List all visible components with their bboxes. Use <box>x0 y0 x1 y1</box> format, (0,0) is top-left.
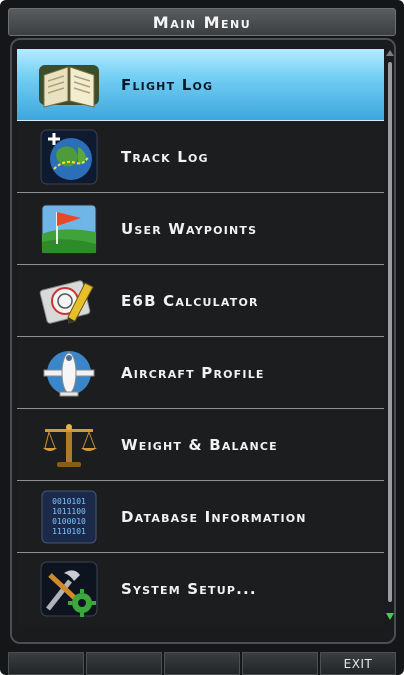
globe-track-icon <box>17 121 121 193</box>
svg-text:1110101: 1110101 <box>52 527 86 536</box>
menu-item-label: Aircraft Profile <box>121 363 265 382</box>
svg-text:0010101: 0010101 <box>52 497 86 506</box>
scroll-track[interactable] <box>387 56 393 613</box>
device-screen: Main Menu Flight Log Track Log User Wayp… <box>0 0 404 675</box>
softkey-3[interactable] <box>164 652 240 675</box>
softkey-4[interactable] <box>242 652 318 675</box>
menu-item-flight-log[interactable]: Flight Log <box>17 49 384 121</box>
aircraft-icon <box>17 337 121 409</box>
main-menu-list: Flight Log Track Log User Waypoints E6B … <box>17 49 384 625</box>
softkey-bar: EXIT <box>8 652 396 675</box>
softkey-2[interactable] <box>86 652 162 675</box>
database-icon: 0010101 1011100 0100010 1110101 <box>17 481 121 553</box>
menu-item-track-log[interactable]: Track Log <box>17 121 384 193</box>
menu-item-label: Flight Log <box>121 75 214 94</box>
menu-scrollbar[interactable] <box>386 50 394 620</box>
menu-item-e6b-calculator[interactable]: E6B Calculator <box>17 265 384 337</box>
menu-item-user-waypoints[interactable]: User Waypoints <box>17 193 384 265</box>
exit-softkey[interactable]: EXIT <box>320 652 396 675</box>
menu-item-label: Track Log <box>121 147 209 166</box>
svg-text:0100010: 0100010 <box>52 517 86 526</box>
svg-text:1011100: 1011100 <box>52 507 86 516</box>
menu-item-aircraft-profile[interactable]: Aircraft Profile <box>17 337 384 409</box>
scroll-thumb[interactable] <box>388 62 392 602</box>
menu-item-label: Database Information <box>121 507 307 526</box>
scroll-down-arrow-icon[interactable] <box>386 613 394 620</box>
menu-item-label: E6B Calculator <box>121 291 259 310</box>
menu-item-system-setup[interactable]: System Setup... <box>17 553 384 625</box>
menu-item-label: User Waypoints <box>121 219 258 238</box>
menu-item-weight-balance[interactable]: Weight & Balance <box>17 409 384 481</box>
softkey-1[interactable] <box>8 652 84 675</box>
menu-item-label: System Setup... <box>121 580 257 598</box>
waypoint-flag-icon <box>17 193 121 265</box>
tools-gear-icon <box>17 553 121 625</box>
page-title: Main Menu <box>152 12 252 32</box>
balance-scale-icon <box>17 409 121 481</box>
logbook-icon <box>17 49 121 121</box>
menu-item-database-information[interactable]: 0010101 1011100 0100010 1110101 Database… <box>17 481 384 553</box>
title-bar: Main Menu <box>8 8 396 36</box>
menu-item-label: Weight & Balance <box>121 435 278 454</box>
e6b-calculator-icon <box>17 265 121 337</box>
